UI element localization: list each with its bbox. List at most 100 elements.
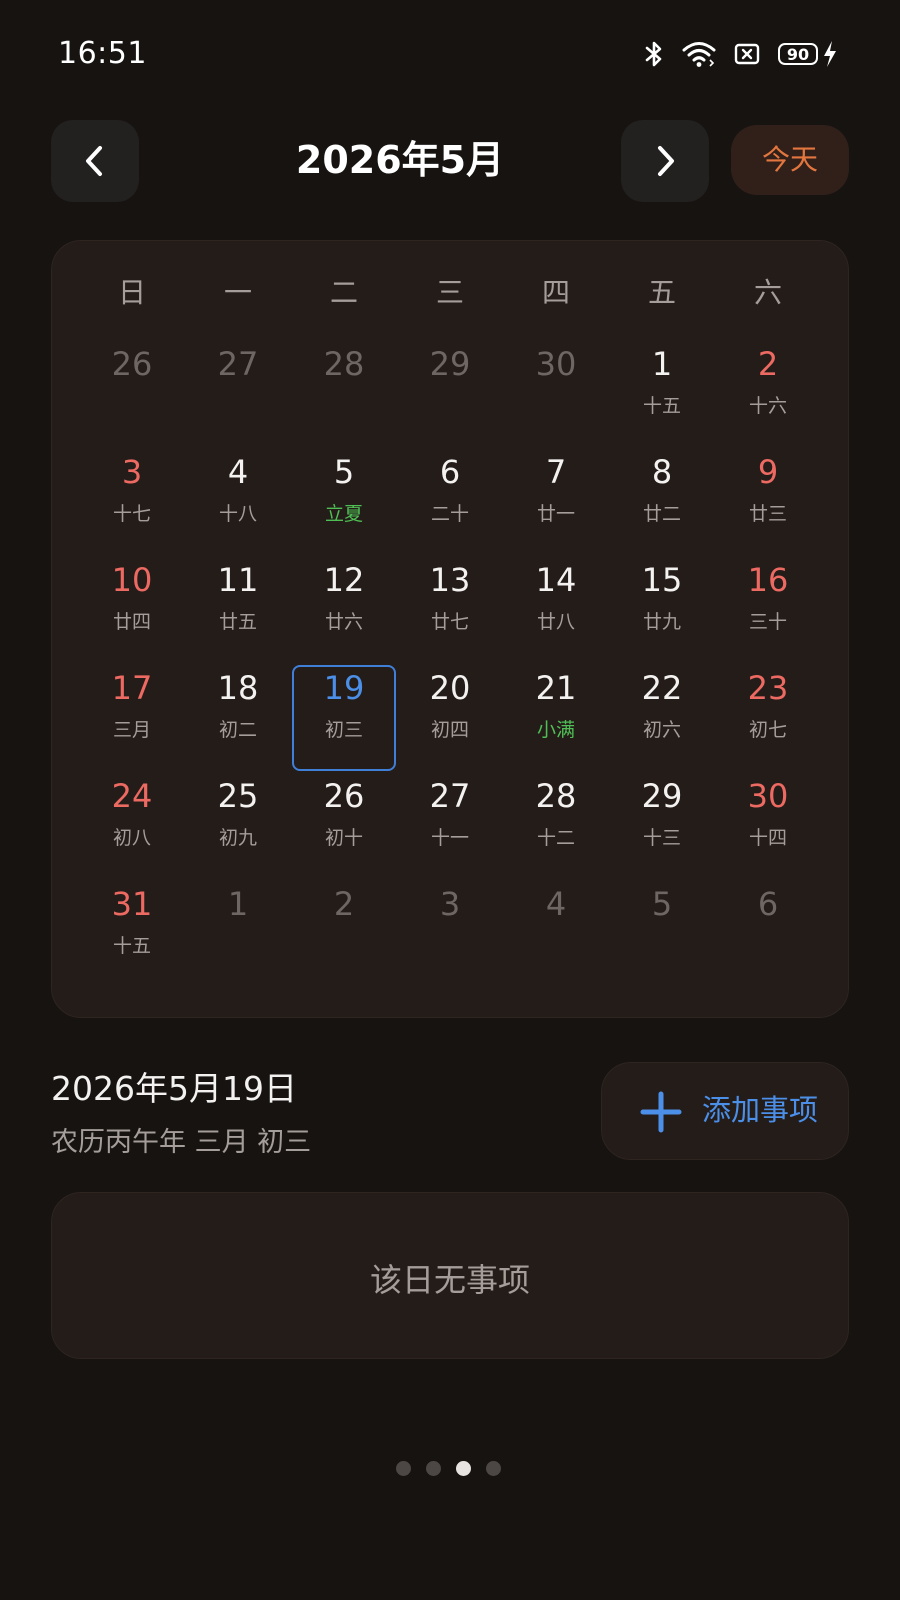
plus-icon [640, 1091, 682, 1133]
calendar-day[interactable]: 31 十五 [79, 873, 185, 983]
calendar-day[interactable]: 26 [79, 333, 185, 443]
calendar-day[interactable]: 15 廿九 [609, 549, 715, 659]
lunar-date-label: 初八 [112, 827, 151, 849]
page-dot[interactable] [426, 1461, 441, 1476]
day-number: 11 [217, 561, 259, 599]
calendar-day[interactable]: 18 初二 [185, 657, 291, 767]
solar-term-label: 立夏 [324, 503, 363, 525]
day-number: 27 [217, 345, 259, 383]
page-indicator [396, 1461, 501, 1476]
calendar-screen: 16:51 90 2026年5月 今天 日 一 二 三 四 五 六 26 27 … [0, 0, 900, 1600]
calendar-day[interactable]: 1 [185, 873, 291, 983]
calendar-day[interactable]: 5 [609, 873, 715, 983]
no-sim-icon [734, 42, 760, 66]
calendar-day[interactable]: 2 [291, 873, 397, 983]
next-month-button[interactable] [621, 120, 709, 202]
calendar-day[interactable]: 17 三月 [79, 657, 185, 767]
day-number: 30 [747, 777, 789, 815]
calendar-day[interactable]: 27 [185, 333, 291, 443]
day-number: 25 [217, 777, 259, 815]
lunar-date-label: 十六 [748, 395, 787, 417]
status-icons: 90 [644, 36, 838, 72]
lunar-date-label: 初七 [748, 719, 787, 741]
lunar-date-label: 二十 [430, 503, 469, 525]
solar-term-label: 小满 [536, 719, 575, 741]
calendar-day[interactable]: 14 廿八 [503, 549, 609, 659]
day-number: 31 [111, 885, 153, 923]
calendar-day-selected[interactable]: 19 初三 [291, 657, 397, 767]
day-number: 13 [429, 561, 471, 599]
calendar-day[interactable]: 8 廿二 [609, 441, 715, 551]
day-number: 10 [111, 561, 153, 599]
calendar-day[interactable]: 24 初八 [79, 765, 185, 875]
calendar-day[interactable]: 4 [503, 873, 609, 983]
day-number: 17 [111, 669, 153, 707]
calendar-day[interactable]: 1 十五 [609, 333, 715, 443]
lunar-date-label: 廿五 [218, 611, 257, 633]
calendar-day[interactable]: 4 十八 [185, 441, 291, 551]
lunar-date-label: 廿九 [642, 611, 681, 633]
calendar-day[interactable]: 30 十四 [715, 765, 821, 875]
weekday-label: 一 [223, 276, 252, 309]
calendar-day[interactable]: 3 十七 [79, 441, 185, 551]
battery-icon: 90 [778, 40, 838, 68]
lunar-date-label: 十一 [430, 827, 469, 849]
add-event-button[interactable]: 添加事项 [601, 1062, 849, 1160]
day-number: 2 [333, 885, 355, 923]
calendar-day[interactable]: 11 廿五 [185, 549, 291, 659]
day-number: 15 [641, 561, 683, 599]
calendar-day[interactable]: 7 廿一 [503, 441, 609, 551]
add-event-label: 添加事项 [702, 1093, 819, 1127]
calendar-day[interactable]: 20 初四 [397, 657, 503, 767]
calendar-day[interactable]: 10 廿四 [79, 549, 185, 659]
lunar-date-label: 十三 [642, 827, 681, 849]
day-number: 5 [333, 453, 355, 491]
calendar-day[interactable]: 28 [291, 333, 397, 443]
calendar-day[interactable]: 3 [397, 873, 503, 983]
calendar-day[interactable]: 29 十三 [609, 765, 715, 875]
calendar-day[interactable]: 21 小满 [503, 657, 609, 767]
lunar-date-label: 初三 [324, 719, 363, 741]
calendar-day[interactable]: 25 初九 [185, 765, 291, 875]
calendar-day[interactable]: 13 廿七 [397, 549, 503, 659]
calendar-day[interactable]: 9 廿三 [715, 441, 821, 551]
charging-icon [824, 41, 836, 67]
page-dot-active[interactable] [456, 1461, 471, 1476]
calendar-grid: 日 一 二 三 四 五 六 26 27 28 29 30 1 十五 2 十六 3 十七 4 十八 5 立夏 6… [51, 240, 849, 1018]
prev-month-button[interactable] [51, 120, 139, 202]
selected-lunar-date: 农历丙午年 三月 初三 [51, 1127, 312, 1158]
lunar-date-label: 十五 [642, 395, 681, 417]
calendar-day[interactable]: 30 [503, 333, 609, 443]
chevron-right-icon [658, 146, 674, 176]
calendar-day[interactable]: 2 十六 [715, 333, 821, 443]
month-title: 2026年5月 [295, 138, 505, 182]
day-number: 2 [757, 345, 779, 383]
today-button[interactable]: 今天 [731, 125, 849, 195]
lunar-date-label: 十八 [218, 503, 257, 525]
calendar-day[interactable]: 28 十二 [503, 765, 609, 875]
chevron-left-icon [86, 146, 102, 176]
calendar-day[interactable]: 12 廿六 [291, 549, 397, 659]
status-time: 16:51 [58, 36, 147, 71]
weekday-header: 日 一 二 三 四 五 六 [52, 241, 848, 341]
page-dot[interactable] [486, 1461, 501, 1476]
weekday-label: 四 [541, 276, 570, 309]
calendar-day[interactable]: 16 三十 [715, 549, 821, 659]
calendar-day[interactable]: 23 初七 [715, 657, 821, 767]
weekday-label: 五 [647, 276, 676, 309]
calendar-day[interactable]: 22 初六 [609, 657, 715, 767]
calendar-day[interactable]: 29 [397, 333, 503, 443]
page-dot[interactable] [396, 1461, 411, 1476]
calendar-day[interactable]: 6 [715, 873, 821, 983]
calendar-day[interactable]: 6 二十 [397, 441, 503, 551]
battery-level: 90 [778, 43, 818, 65]
lunar-date-label: 初六 [642, 719, 681, 741]
day-number: 14 [535, 561, 577, 599]
calendar-day[interactable]: 26 初十 [291, 765, 397, 875]
calendar-day[interactable]: 27 十一 [397, 765, 503, 875]
lunar-date-label: 廿七 [430, 611, 469, 633]
day-number: 3 [121, 453, 143, 491]
day-number: 30 [535, 345, 577, 383]
calendar-day[interactable]: 5 立夏 [291, 441, 397, 551]
day-number: 5 [651, 885, 673, 923]
